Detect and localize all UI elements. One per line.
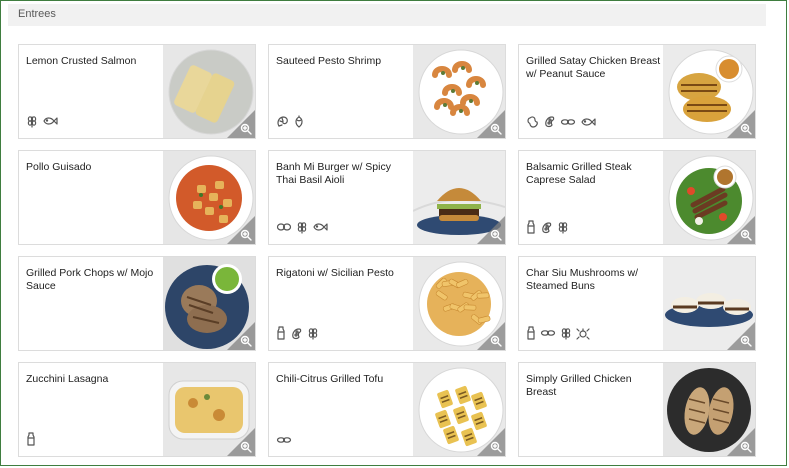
sesame-icon xyxy=(560,116,576,128)
menu-item-name: Balsamic Grilled Steak Caprese Salad xyxy=(526,161,632,186)
sesame-icon xyxy=(540,327,556,339)
menu-item-card[interactable]: Grilled Pork Chops w/ Mojo Sauce xyxy=(18,256,256,351)
entree-grid: Lemon Crusted Salmon Sauteed Pesto Shrim… xyxy=(18,44,756,457)
dish-photo[interactable] xyxy=(663,363,755,456)
zoom-button[interactable] xyxy=(727,216,755,244)
milk-icon xyxy=(526,220,536,234)
menu-item-card[interactable]: Zucchini Lasagna xyxy=(18,362,256,457)
menu-item-name: Lemon Crusted Salmon xyxy=(26,55,137,67)
menu-item-card[interactable]: Char Siu Mushrooms w/ Steamed Buns xyxy=(518,256,756,351)
dish-photo[interactable] xyxy=(663,257,755,350)
menu-item-card[interactable]: Chili-Citrus Grilled Tofu xyxy=(268,362,506,457)
menu-item-name: Grilled Satay Chicken Breast w/ Peanut S… xyxy=(526,55,661,80)
dish-photo[interactable] xyxy=(413,151,505,244)
allergen-icons xyxy=(526,115,596,128)
menu-item-card[interactable]: Grilled Satay Chicken Breast w/ Peanut S… xyxy=(518,44,756,139)
menu-item-name: Zucchini Lasagna xyxy=(26,373,109,385)
dish-photo[interactable] xyxy=(413,45,505,138)
dish-photo[interactable] xyxy=(413,257,505,350)
section-title: Entrees xyxy=(18,8,56,20)
menu-item-card[interactable]: Rigatoni w/ Sicilian Pesto xyxy=(268,256,506,351)
egg-icon xyxy=(276,221,292,233)
peanut-icon xyxy=(526,115,539,128)
dish-photo[interactable] xyxy=(663,45,755,138)
allergen-icons xyxy=(526,326,590,340)
allergen-icons xyxy=(276,220,328,234)
wheat-icon xyxy=(307,326,319,340)
sesame-icon xyxy=(276,434,292,446)
fish-icon xyxy=(312,221,328,233)
zoom-button[interactable] xyxy=(477,216,505,244)
soy-icon xyxy=(543,115,556,128)
menu-item-name: Char Siu Mushrooms w/ Steamed Buns xyxy=(526,267,639,292)
menu-item-name: Simply Grilled Chicken Breast xyxy=(526,373,632,398)
allergen-icons xyxy=(276,434,292,446)
dish-photo[interactable] xyxy=(163,257,255,350)
wheat-icon xyxy=(560,326,572,340)
menu-item-name: Rigatoni w/ Sicilian Pesto xyxy=(276,267,394,279)
menu-item-name: Banh Mi Burger w/ Spicy Thai Basil Aioli xyxy=(276,161,391,186)
section-header: Entrees xyxy=(8,4,766,26)
zoom-button[interactable] xyxy=(227,322,255,350)
zoom-button[interactable] xyxy=(227,216,255,244)
zoom-button[interactable] xyxy=(477,110,505,138)
allergen-icons xyxy=(276,326,319,340)
shrimp-icon xyxy=(276,115,289,128)
allergen-icons xyxy=(26,432,36,446)
zoom-button[interactable] xyxy=(477,428,505,456)
wheat-icon xyxy=(296,220,308,234)
menu-item-card[interactable]: Banh Mi Burger w/ Spicy Thai Basil Aioli xyxy=(268,150,506,245)
wheat-icon xyxy=(557,220,569,234)
allergen-icons xyxy=(526,220,569,234)
menu-item-card[interactable]: Balsamic Grilled Steak Caprese Salad xyxy=(518,150,756,245)
milk-icon xyxy=(26,432,36,446)
shellfish-icon xyxy=(576,327,590,340)
zoom-button[interactable] xyxy=(727,110,755,138)
dish-photo[interactable] xyxy=(663,151,755,244)
menu-item-name: Grilled Pork Chops w/ Mojo Sauce xyxy=(26,267,154,292)
menu-item-card[interactable]: Pollo Guisado xyxy=(18,150,256,245)
zoom-button[interactable] xyxy=(227,428,255,456)
dish-photo[interactable] xyxy=(163,151,255,244)
fish-icon xyxy=(580,116,596,128)
zoom-button[interactable] xyxy=(227,110,255,138)
menu-item-card[interactable]: Lemon Crusted Salmon xyxy=(18,44,256,139)
dish-photo[interactable] xyxy=(413,363,505,456)
soy-icon xyxy=(290,327,303,340)
menu-item-name: Pollo Guisado xyxy=(26,161,92,173)
menu-panel: Entrees Lemon Crusted Salmon Sauteed Pes… xyxy=(0,0,787,466)
allergen-icons xyxy=(276,115,305,128)
milk-icon xyxy=(276,326,286,340)
dish-photo[interactable] xyxy=(163,45,255,138)
zoom-button[interactable] xyxy=(727,322,755,350)
allergen-icons xyxy=(26,114,58,128)
menu-item-card[interactable]: Simply Grilled Chicken Breast xyxy=(518,362,756,457)
zoom-button[interactable] xyxy=(727,428,755,456)
wheat-icon xyxy=(26,114,38,128)
menu-item-name: Chili-Citrus Grilled Tofu xyxy=(276,373,384,385)
soy-icon xyxy=(540,221,553,234)
fish-icon xyxy=(42,115,58,127)
menu-item-name: Sauteed Pesto Shrimp xyxy=(276,55,382,67)
tree-nut-icon xyxy=(293,115,305,128)
dish-photo[interactable] xyxy=(163,363,255,456)
zoom-button[interactable] xyxy=(477,322,505,350)
menu-item-card[interactable]: Sauteed Pesto Shrimp xyxy=(268,44,506,139)
milk-icon xyxy=(526,326,536,340)
